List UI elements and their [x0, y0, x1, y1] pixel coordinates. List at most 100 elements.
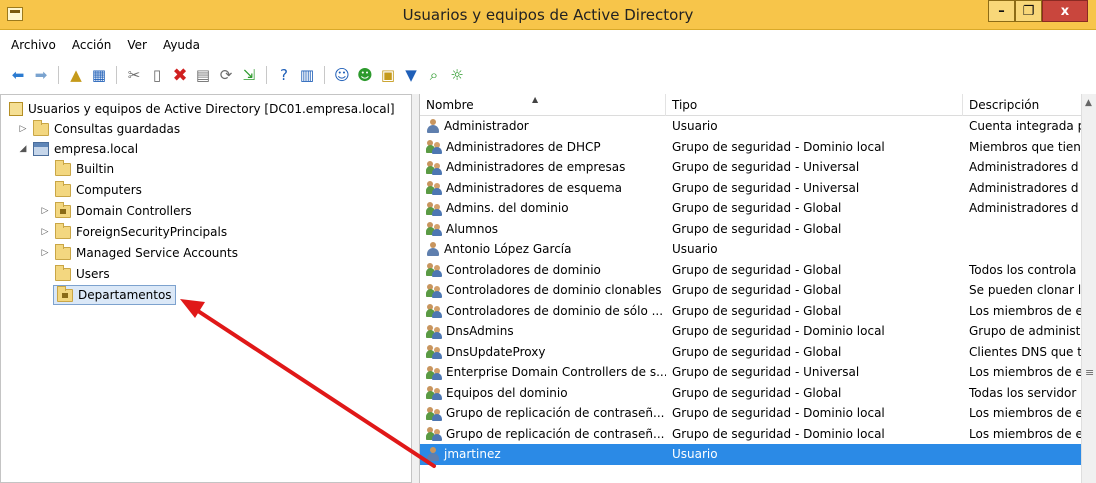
forward-arrow-icon[interactable]: ➡ [31, 65, 51, 85]
tree-item-label: ForeignSecurityPrincipals [76, 225, 228, 239]
tree-item-managed-service-accounts[interactable]: ▷ Managed Service Accounts [39, 243, 238, 263]
cell-descripcion: Cuenta integrada p [969, 119, 1086, 134]
table-row[interactable]: Administradores de esquema Grupo de segur… [420, 178, 1096, 199]
table-row[interactable]: Equipos del dominio Grupo de seguridad - … [420, 383, 1096, 404]
expand-icon[interactable]: ▷ [39, 206, 51, 216]
menu-ver[interactable]: Ver [127, 38, 147, 58]
list-header: Nombre ▲ Tipo Descripción [420, 94, 1096, 116]
back-arrow-icon[interactable]: ⬅ [8, 65, 28, 85]
folder-icon [55, 159, 71, 176]
cell-nombre: Alumnos [420, 221, 666, 237]
delete-icon[interactable]: ✖ [170, 65, 190, 86]
refresh-icon[interactable]: ⟳ [216, 65, 236, 85]
cell-tipo: Grupo de seguridad - Dominio local [672, 426, 885, 441]
table-row[interactable]: Grupo de replicación de contraseñ... Grup… [420, 403, 1096, 424]
cell-nombre: Antonio López García [420, 241, 666, 257]
new-user-icon[interactable]: ☺ [332, 65, 352, 85]
cell-descripcion: Los miembros de e [969, 406, 1083, 421]
row-name: Administrador [444, 119, 529, 134]
show-console-tree-icon[interactable]: ▦ [89, 65, 109, 85]
column-label: Nombre [426, 98, 474, 112]
tree-item-foreign-security-principals[interactable]: ▷ ForeignSecurityPrincipals [39, 222, 227, 242]
cell-descripcion: Clientes DNS que t [969, 344, 1082, 359]
export-icon[interactable]: ⇲ [239, 65, 259, 85]
expand-icon[interactable]: ▷ [17, 124, 29, 134]
table-row[interactable]: Admins. del dominio Grupo de seguridad - … [420, 198, 1096, 219]
cell-nombre: DnsUpdateProxy [420, 344, 666, 360]
close-button[interactable]: x [1042, 0, 1088, 22]
console-tree[interactable]: Usuarios y equipos de Active Directory [… [0, 94, 411, 483]
cell-nombre: Administradores de empresas [420, 160, 666, 175]
folder-icon [55, 243, 71, 260]
table-row[interactable]: jmartinez Usuario [420, 444, 1096, 465]
menu-ayuda[interactable]: Ayuda [163, 38, 200, 58]
find-icon[interactable]: ⌕ [424, 65, 444, 85]
copy-icon[interactable]: ▯ [147, 65, 167, 85]
cell-descripcion: Se pueden clonar l [969, 283, 1082, 298]
cell-tipo: Usuario [672, 119, 718, 134]
expand-icon[interactable]: ▷ [39, 248, 51, 258]
table-row[interactable]: Controladores de dominio Grupo de segurid… [420, 260, 1096, 281]
ou-folder-icon [57, 285, 73, 302]
tree-item-label: Builtin [76, 162, 115, 176]
filter-icon[interactable]: ▼ [401, 65, 421, 85]
tree-item-computers[interactable]: Computers [55, 180, 142, 200]
toolbar: ⬅ ➡ ▲ ▦ ✂ ▯ ✖ ▤ ⟳ ⇲ ? ▥ ☺ ☻ ▣ ▼ ⌕ ☼ [0, 62, 1096, 88]
scroll-thumb-grip-icon[interactable]: ≡ [1085, 366, 1094, 379]
table-row[interactable]: Enterprise Domain Controllers de s... Gru… [420, 362, 1096, 383]
title-bar[interactable]: Usuarios y equipos de Active Directory –… [0, 0, 1096, 30]
aduc-icon [9, 102, 23, 116]
column-header-descripcion[interactable]: Descripción [963, 94, 1096, 116]
add-to-group-icon[interactable]: ☼ [447, 65, 467, 85]
up-folder-icon[interactable]: ▲ [66, 65, 86, 85]
tree-item-domain-controllers[interactable]: ▷ Domain Controllers [39, 201, 192, 221]
tree-root[interactable]: Usuarios y equipos de Active Directory [… [9, 99, 395, 119]
column-header-nombre[interactable]: Nombre ▲ [420, 94, 666, 116]
pane-splitter[interactable] [411, 94, 420, 483]
cut-icon[interactable]: ✂ [124, 65, 144, 85]
table-row[interactable]: Antonio López García Usuario [420, 239, 1096, 260]
table-row[interactable]: Administradores de DHCP Grupo de segurida… [420, 137, 1096, 158]
table-row[interactable]: Controladores de dominio de sólo ... Grup… [420, 301, 1096, 322]
expand-icon[interactable]: ▷ [39, 227, 51, 237]
maximize-button[interactable]: ❐ [1015, 0, 1042, 22]
properties-icon[interactable]: ▤ [193, 65, 213, 85]
table-row[interactable]: Administradores de empresas Grupo de segu… [420, 157, 1096, 178]
tree-item-saved-queries[interactable]: ▷ Consultas guardadas [17, 119, 180, 139]
details-list[interactable]: Nombre ▲ Tipo Descripción Administrador U… [420, 94, 1096, 483]
table-row[interactable]: Alumnos Grupo de seguridad - Global [420, 219, 1096, 240]
tree-item-builtin[interactable]: Builtin [55, 159, 114, 179]
menu-accion[interactable]: Acción [72, 38, 111, 58]
cell-nombre: Administradores de DHCP [420, 139, 666, 155]
table-row[interactable]: DnsUpdateProxy Grupo de seguridad - Globa… [420, 342, 1096, 363]
row-name: Antonio López García [444, 242, 572, 257]
tree-item-departamentos[interactable]: Departamentos [53, 285, 176, 305]
group-icon [426, 180, 442, 196]
new-group-icon[interactable]: ☻ [355, 65, 375, 85]
column-header-tipo[interactable]: Tipo [666, 94, 963, 116]
cell-nombre: Admins. del dominio [420, 201, 666, 216]
table-row[interactable]: Controladores de dominio clonables Grupo … [420, 280, 1096, 301]
scroll-up-icon[interactable]: ▲ [1085, 98, 1092, 108]
tree-item-users[interactable]: Users [55, 264, 110, 284]
new-ou-icon[interactable]: ▣ [378, 65, 398, 85]
row-name: Controladores de dominio [446, 262, 601, 277]
cell-nombre: Grupo de replicación de contraseñ... [420, 426, 666, 442]
cell-descripcion: Grupo de administ [969, 324, 1081, 339]
help-icon[interactable]: ? [274, 65, 294, 85]
menu-archivo[interactable]: Archivo [11, 38, 56, 58]
ou-folder-icon [55, 201, 71, 218]
cell-descripcion: Los miembros de e [969, 303, 1083, 318]
minimize-button[interactable]: – [988, 0, 1015, 22]
view-icon[interactable]: ▥ [297, 65, 317, 85]
table-row[interactable]: Grupo de replicación de contraseñ... Grup… [420, 424, 1096, 445]
row-name: Grupo de replicación de contraseñ... [446, 406, 665, 421]
tree-item-domain[interactable]: ◢ empresa.local [17, 139, 138, 159]
table-row[interactable]: DnsAdmins Grupo de seguridad - Dominio lo… [420, 321, 1096, 342]
vertical-scrollbar[interactable]: ▲ ≡ [1081, 94, 1096, 483]
table-row[interactable]: Administrador Usuario Cuenta integrada p [420, 116, 1096, 137]
collapse-icon[interactable]: ◢ [17, 144, 29, 154]
user-icon [426, 446, 440, 462]
group-icon [426, 406, 442, 421]
user-icon [426, 241, 440, 257]
